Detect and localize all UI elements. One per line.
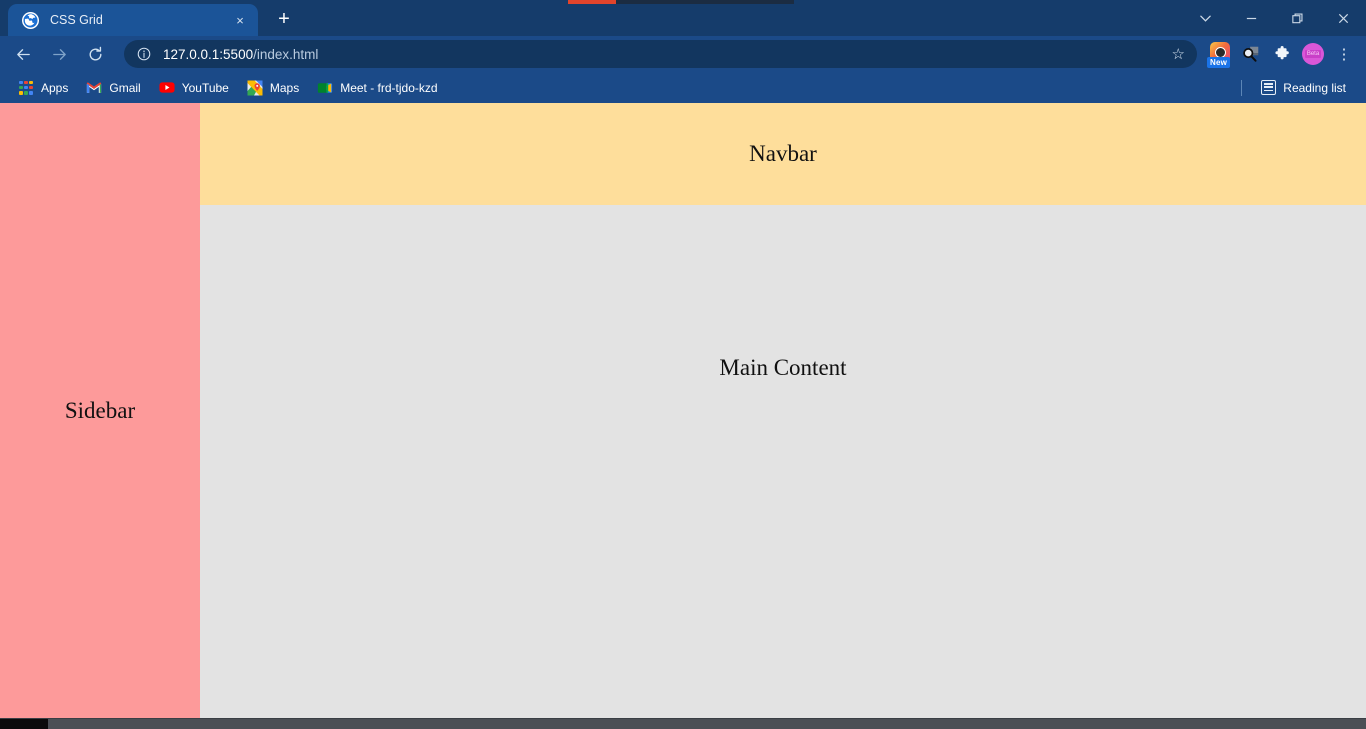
close-window-icon[interactable] [1320,1,1366,35]
css-grid-layout: Sidebar Navbar Main Content [0,103,1366,718]
new-badge: New [1207,57,1231,68]
globe-icon [22,11,39,29]
gmail-icon [86,80,102,96]
bookmark-label: YouTube [181,80,229,95]
reload-icon[interactable] [80,39,110,69]
close-icon[interactable]: × [230,10,250,30]
bookmark-maps[interactable]: Maps [239,76,307,100]
navbar-label: Navbar [749,141,817,166]
minimize-icon[interactable] [1228,1,1274,35]
reading-list-icon [1260,80,1276,96]
browser-toolbar: 127.0.0.1:5500/index.html ☆ New Beta ⋮ [0,36,1366,72]
reading-list-label: Reading list [1283,80,1346,95]
bookmark-label: Maps [269,80,300,95]
bookmark-meet[interactable]: Meet - frd-tjdo-kzd [309,76,445,100]
bookmark-gmail[interactable]: Gmail [78,76,148,100]
window-controls [1182,0,1366,36]
avatar-label: Beta [1304,50,1322,58]
youtube-icon [159,80,175,96]
scrollbar-thumb[interactable] [0,719,48,729]
forward-arrow-icon[interactable] [44,39,74,69]
bookmark-youtube[interactable]: YouTube [151,76,237,100]
back-arrow-icon[interactable] [8,39,38,69]
divider [1241,79,1243,96]
maximize-icon[interactable] [1274,1,1320,35]
page-main-content: Main Content [200,205,1366,718]
puzzle-extensions-icon[interactable] [1268,40,1296,68]
browser-window: CSS Grid × + 127.0.0.1:5500/index.html ☆… [0,0,1366,729]
bookmark-apps[interactable]: Apps [10,76,76,100]
new-tab-button[interactable]: + [270,5,298,33]
apps-grid-icon [18,80,34,96]
bookmark-label: Gmail [109,80,141,95]
info-icon[interactable] [136,46,152,62]
top-edge-artifact [568,0,616,4]
page-navbar: Navbar [200,103,1366,205]
top-edge-artifact-dark [616,0,794,4]
reading-list-button[interactable]: Reading list [1252,76,1354,100]
main-content-label: Main Content [719,355,847,380]
address-bar[interactable]: 127.0.0.1:5500/index.html ☆ [124,40,1197,68]
page-viewport: Sidebar Navbar Main Content [0,103,1366,729]
bookmark-star-icon[interactable]: ☆ [1172,45,1185,63]
bookmarks-bar: Apps Gmail YouTube Maps Meet - frd-tjdo-… [0,72,1366,103]
url-host: 127.0.0.1:5500 [163,46,254,62]
tab-title: CSS Grid [50,13,103,27]
sidebar-label: Sidebar [64,397,136,423]
search-extension-icon[interactable] [1237,40,1265,68]
bookmark-label: Apps [41,80,69,95]
browser-menu-icon[interactable]: ⋮ [1330,40,1358,68]
tab-search-icon[interactable] [1182,1,1228,35]
url-path: /index.html [253,46,319,62]
camera-extension-icon[interactable]: New [1206,40,1234,68]
tab-strip: CSS Grid × + [0,0,1366,36]
page-sidebar: Sidebar [0,103,200,718]
meet-icon [317,80,333,96]
tab-css-grid[interactable]: CSS Grid × [8,4,258,36]
url-text: 127.0.0.1:5500/index.html [163,47,318,62]
bookmarks-bar-right: Reading list [1241,76,1356,100]
bookmark-label: Meet - frd-tjdo-kzd [340,80,438,95]
maps-icon [247,80,263,96]
profile-avatar[interactable]: Beta [1299,40,1327,68]
horizontal-scrollbar[interactable] [0,718,1366,729]
